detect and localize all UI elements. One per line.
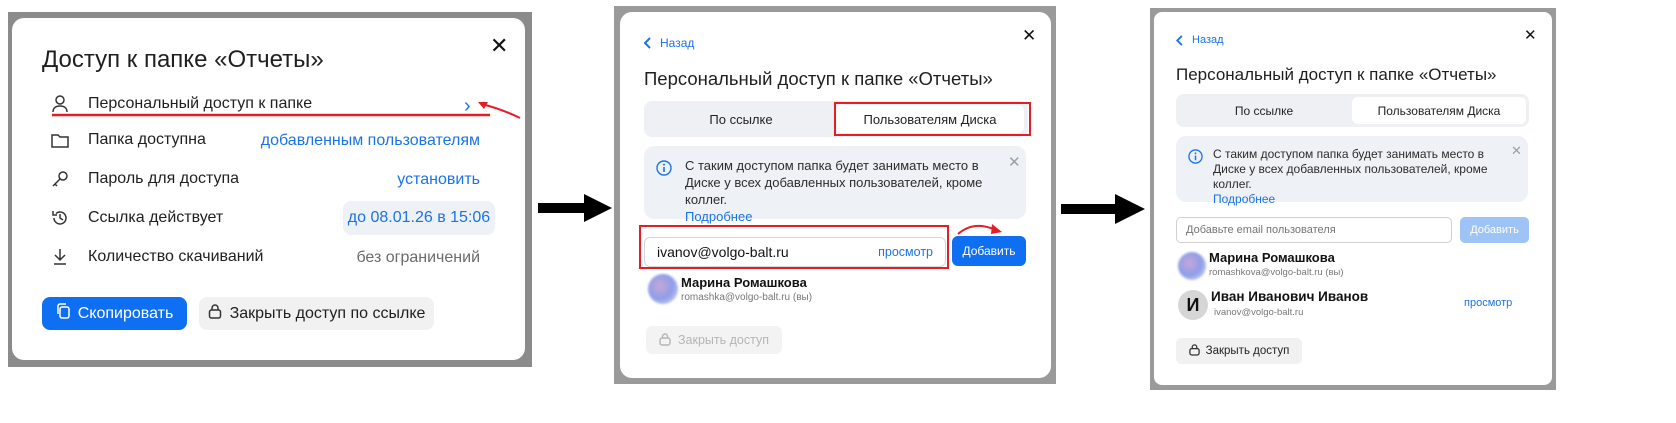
user-name: Иван Иванович Иванов xyxy=(1211,289,1369,304)
close-access-label: Закрыть доступ xyxy=(678,333,769,347)
notice-body: С таким доступом папка будет занимать ме… xyxy=(1213,147,1488,191)
close-icon[interactable]: ✕ xyxy=(490,35,508,57)
dismiss-icon[interactable]: ✕ xyxy=(1008,154,1021,171)
folder-available-label: Папка доступна xyxy=(88,131,206,148)
key-icon xyxy=(50,169,70,189)
close-access-label: Закрыть доступ xyxy=(1205,345,1290,357)
copy-link-button[interactable]: Скопировать xyxy=(42,297,187,330)
close-access-button[interactable]: Закрыть доступ xyxy=(1176,338,1302,364)
lock-icon xyxy=(1188,343,1200,359)
highlight-box-tab xyxy=(834,102,1031,136)
folder-access-dialog: Доступ к папке «Отчеты» ✕ Персональный д… xyxy=(12,18,525,360)
lock-icon xyxy=(659,332,671,349)
user-icon xyxy=(50,94,70,114)
info-icon xyxy=(656,160,672,176)
back-label: Назад xyxy=(660,36,695,50)
password-row: Пароль для доступа xyxy=(50,169,239,189)
expiry-date-button[interactable]: до 08.01.26 в 15:06 xyxy=(343,201,495,235)
password-set-link[interactable]: установить xyxy=(397,171,480,189)
user-email: romashka@volgo-balt.ru (вы) xyxy=(681,292,813,303)
copy-label: Скопировать xyxy=(77,304,174,322)
close-icon[interactable]: ✕ xyxy=(1524,25,1537,47)
red-underline-annotation xyxy=(52,113,490,117)
add-user-button[interactable]: Добавить xyxy=(952,236,1026,266)
flow-arrow-2 xyxy=(1061,194,1145,224)
close-icon[interactable]: ✕ xyxy=(1022,25,1036,47)
back-link[interactable]: Назад xyxy=(644,36,694,50)
personal-access-label: Персональный доступ к папке xyxy=(88,95,313,112)
notice-body: С таким доступом папка будет занимать ме… xyxy=(685,158,983,207)
red-pointer-arrow xyxy=(478,102,521,119)
tab-by-link[interactable]: По ссылке xyxy=(1179,97,1349,124)
dismiss-icon[interactable]: ✕ xyxy=(1511,143,1522,158)
info-icon xyxy=(1188,149,1203,164)
notice-banner: С таким доступом папка будет занимать ме… xyxy=(1176,136,1528,206)
dialog-title: Персональный доступ к папке «Отчеты» xyxy=(644,68,993,89)
personal-access-dialog-step3: Назад ✕ Персональный доступ к папке «Отч… xyxy=(1154,12,1552,385)
share-mode-tabs: По ссылке Пользователям Диска xyxy=(1176,94,1529,127)
notice-more-link[interactable]: Подробнее xyxy=(1213,192,1275,206)
downloads-row: Количество скачиваний xyxy=(50,247,263,267)
close-link-access-button[interactable]: Закрыть доступ по ссылке xyxy=(199,297,434,330)
user-email: ivanov@volgo-balt.ru xyxy=(1214,307,1304,318)
email-input[interactable] xyxy=(1176,217,1452,243)
download-icon xyxy=(50,247,70,267)
tab-by-link[interactable]: По ссылке xyxy=(648,105,834,133)
red-curved-arrow xyxy=(957,224,1002,235)
tab-disk-users[interactable]: Пользователям Диска xyxy=(1352,97,1526,124)
lock-icon xyxy=(208,303,222,324)
avatar-letter: И xyxy=(1186,294,1200,315)
flow-arrow-1 xyxy=(538,194,612,222)
notice-text: С таким доступом папка будет занимать ме… xyxy=(1213,147,1505,207)
chevron-left-icon xyxy=(1176,34,1183,46)
user-name: Марина Ромашкова xyxy=(681,275,807,290)
folder-available-row: Папка доступна xyxy=(50,130,206,150)
copy-icon xyxy=(56,303,70,324)
dialog-title: Персональный доступ к папке «Отчеты» xyxy=(1176,65,1497,84)
close-link-access-label: Закрыть доступ по ссылке xyxy=(229,304,426,322)
notice-banner: С таким доступом папка будет занимать ме… xyxy=(644,146,1026,224)
folder-icon xyxy=(50,130,70,150)
dialog-title: Доступ к папке «Отчеты» xyxy=(42,46,324,73)
notice-more-link[interactable]: Подробнее xyxy=(685,209,752,224)
avatar xyxy=(648,274,678,304)
folder-available-value[interactable]: добавленным пользователям xyxy=(261,132,480,150)
close-access-button[interactable]: Закрыть доступ xyxy=(646,326,782,354)
avatar-initial: И xyxy=(1178,290,1208,320)
avatar xyxy=(1178,252,1206,280)
back-label: Назад xyxy=(1192,34,1224,46)
back-link[interactable]: Назад xyxy=(1176,34,1224,46)
add-user-button[interactable]: Добавить xyxy=(1460,217,1529,243)
notice-text: С таким доступом папка будет занимать ме… xyxy=(685,157,1003,225)
personal-access-dialog-step2: Назад ✕ Персональный доступ к папке «Отч… xyxy=(620,12,1051,378)
downloads-label: Количество скачиваний xyxy=(88,248,264,265)
link-valid-label: Ссылка действует xyxy=(88,209,224,226)
role-select[interactable]: просмотр xyxy=(1464,297,1512,309)
password-label: Пароль для доступа xyxy=(88,170,240,187)
user-email: romashkova@volgo-balt.ru (вы) xyxy=(1209,267,1344,278)
downloads-value[interactable]: без ограничений xyxy=(356,249,480,267)
highlight-box-email xyxy=(639,225,949,269)
link-valid-row: Ссылка действует xyxy=(50,208,223,228)
chevron-left-icon xyxy=(644,37,651,49)
personal-access-row[interactable]: Персональный доступ к папке xyxy=(50,94,486,114)
history-icon xyxy=(50,208,70,228)
user-name: Марина Ромашкова xyxy=(1209,250,1335,265)
